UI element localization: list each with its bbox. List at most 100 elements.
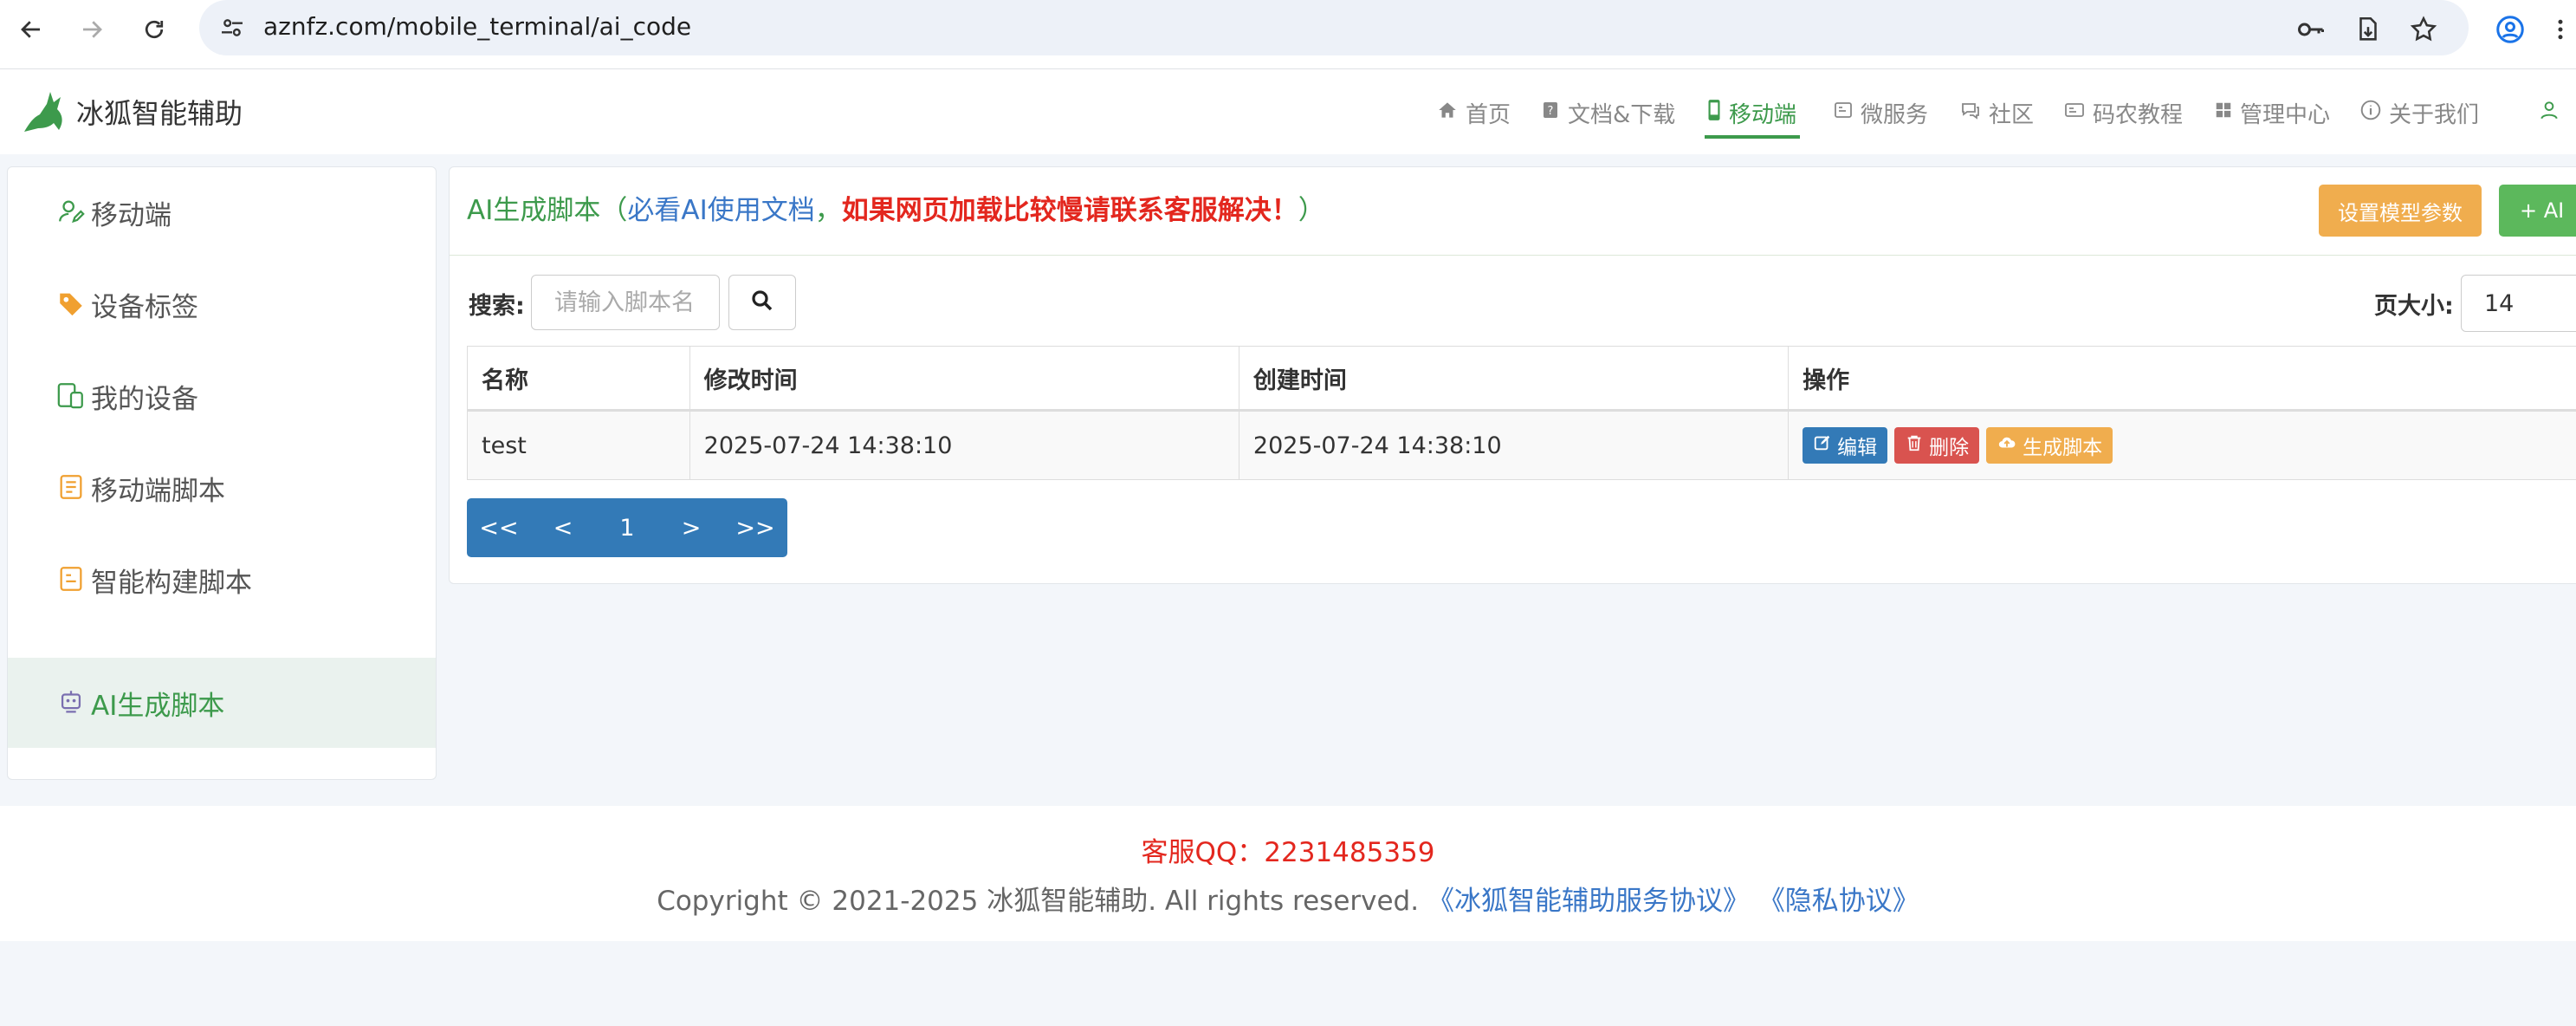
set-model-params-button[interactable]: 设置模型参数 [2319,185,2482,237]
title-separator: ， [814,195,842,226]
sidebar-item-my-devices[interactable]: 我的设备 [8,351,436,441]
cell-actions: 编辑 删除 生成脚本 [1788,410,2576,480]
search-input[interactable] [531,275,720,330]
page-prev-button[interactable]: < [531,515,595,542]
cell-name: test [467,410,690,480]
search-label: 搜索: [469,293,525,320]
forward-icon[interactable] [73,10,111,49]
sidebar-item-mobile-scripts[interactable]: 移动端脚本 [8,443,436,533]
col-header-actions: 操作 [1788,346,2576,412]
server-icon [1833,100,1854,127]
doc-icon: ? [1540,100,1561,127]
terms-link[interactable]: 《冰狐智能辅助服务协议》 [1427,886,1750,917]
search-button[interactable] [728,275,796,330]
reload-icon[interactable] [135,10,173,49]
chat-icon [1959,100,1982,127]
page-number-button[interactable]: 1 [595,515,659,542]
site-info-icon[interactable] [218,14,246,45]
sidebar-item-label: 智能构建脚本 [91,568,252,599]
ai-docs-link[interactable]: 必看AI使用文档 [627,195,814,226]
page-last-button[interactable]: >> [723,515,787,542]
nav-docs[interactable]: ? 文档&下载 [1540,95,1675,130]
nav-microservice[interactable]: 微服务 [1833,95,1928,130]
delete-button[interactable]: 删除 [1894,427,1980,464]
info-icon [2359,99,2382,127]
user-edit-icon [56,197,86,226]
url-text: aznfz.com/mobile_terminal/ai_code [263,12,692,41]
title-prefix: AI生成脚本（ [467,195,628,226]
build-icon [56,564,86,594]
nav-community[interactable]: 社区 [1959,95,2034,130]
nav-about[interactable]: 关于我们 [2359,95,2479,130]
address-bar[interactable]: aznfz.com/mobile_terminal/ai_code [199,0,2469,55]
sidebar-item-label: AI生成脚本 [91,691,225,722]
nav-label: 移动端 [1729,101,1797,128]
page-next-button[interactable]: > [659,515,723,542]
card-icon [2063,100,2086,127]
sidebar-item-smart-build[interactable]: 智能构建脚本 [8,535,436,625]
page-size-input[interactable] [2461,275,2576,332]
sidebar-item-label: 设备标签 [91,292,198,323]
grid-icon [2214,100,2233,126]
trash-icon [1905,433,1924,458]
key-icon[interactable] [2292,10,2330,49]
nav-label: 首页 [1466,101,1511,128]
home-icon [1436,99,1459,127]
sidebar-item-ai-scripts[interactable]: AI生成脚本 [8,658,436,748]
nav-label: 关于我们 [2389,101,2480,128]
copyright-text: Copyright © 2021-2025 冰狐智能辅助. All rights… [657,886,1420,917]
menu-dots-icon[interactable] [2541,10,2576,49]
cloud-upload-icon [1997,433,2017,458]
delete-label: 删除 [1929,437,1970,459]
sidebar-item-label: 移动端 [91,200,172,231]
page-size-label: 页大小: [2374,293,2454,320]
site-footer: 客服QQ：2231485359 Copyright © 2021-2025 冰狐… [0,806,2576,941]
nav-label: 社区 [1989,101,2035,128]
profile-icon[interactable] [2491,10,2529,49]
fox-logo-icon[interactable] [21,88,69,137]
nav-active-indicator [1705,135,1800,139]
page-first-button[interactable]: << [467,515,531,542]
sidebar: 移动端 设备标签 我的设备 移动端脚本 智能构建脚本 AI生成脚本 [7,166,437,780]
browser-toolbar: aznfz.com/mobile_terminal/ai_code [0,0,2576,69]
back-icon[interactable] [12,10,50,49]
copyright-line: Copyright © 2021-2025 冰狐智能辅助. All rights… [0,879,2576,918]
nav-admin[interactable]: 管理中心 [2214,95,2330,130]
tag-icon [56,289,86,318]
site-header: 冰狐智能辅助 首页 ? 文档&下载 移动端 微服务 社区 码农教程 管理中心 关… [0,69,2576,154]
sidebar-item-device-tags[interactable]: 设备标签 [8,259,436,349]
devices-icon [56,380,86,410]
search-icon [749,288,775,317]
generate-script-button[interactable]: 生成脚本 [1986,427,2113,464]
table-row: test 2025-07-24 14:38:10 2025-07-24 14:3… [467,410,2576,480]
add-ai-button[interactable]: + AI [2499,185,2576,237]
nav-label: 管理中心 [2240,101,2331,128]
page-title: AI生成脚本（必看AI使用文档，如果网页加载比较慢请联系客服解决！） [467,188,1325,227]
table-header-row: 名称 修改时间 创建时间 操作 [467,346,2576,412]
edit-label: 编辑 [1837,437,1878,459]
nav-label: 码农教程 [2093,101,2184,128]
nav-mobile[interactable]: 移动端 [1706,95,1796,130]
sidebar-item-mobile[interactable]: 移动端 [8,167,436,257]
script-icon [56,472,86,502]
bookmark-star-icon[interactable] [2404,10,2443,49]
col-header-name[interactable]: 名称 [467,346,690,412]
scripts-table: 名称 修改时间 创建时间 操作 test 2025-07-24 14:38:10… [467,346,2576,480]
download-page-icon[interactable] [2349,10,2387,49]
privacy-link[interactable]: 《隐私协议》 [1758,886,1919,917]
pagination: << < 1 > >> [467,498,787,557]
sidebar-item-label: 移动端脚本 [91,476,225,507]
site-logo-text[interactable]: 冰狐智能辅助 [76,92,243,132]
cell-created: 2025-07-24 14:38:10 [1238,410,1790,480]
col-header-created[interactable]: 创建时间 [1238,346,1790,412]
support-qq: 客服QQ：2231485359 [1141,837,1435,868]
svg-text:?: ? [1548,105,1554,118]
nav-label: 文档&下载 [1568,101,1676,128]
panel-header: AI生成脚本（必看AI使用文档，如果网页加载比较慢请联系客服解决！） 设置模型参… [450,167,2576,256]
slow-load-warning: 如果网页加载比较慢请联系客服解决！ [841,195,1298,226]
edit-button[interactable]: 编辑 [1803,427,1888,464]
nav-home[interactable]: 首页 [1436,95,1511,130]
col-header-modified[interactable]: 修改时间 [689,346,1239,412]
nav-tutorials[interactable]: 码农教程 [2063,95,2183,130]
nav-user[interactable] [2538,95,2560,130]
